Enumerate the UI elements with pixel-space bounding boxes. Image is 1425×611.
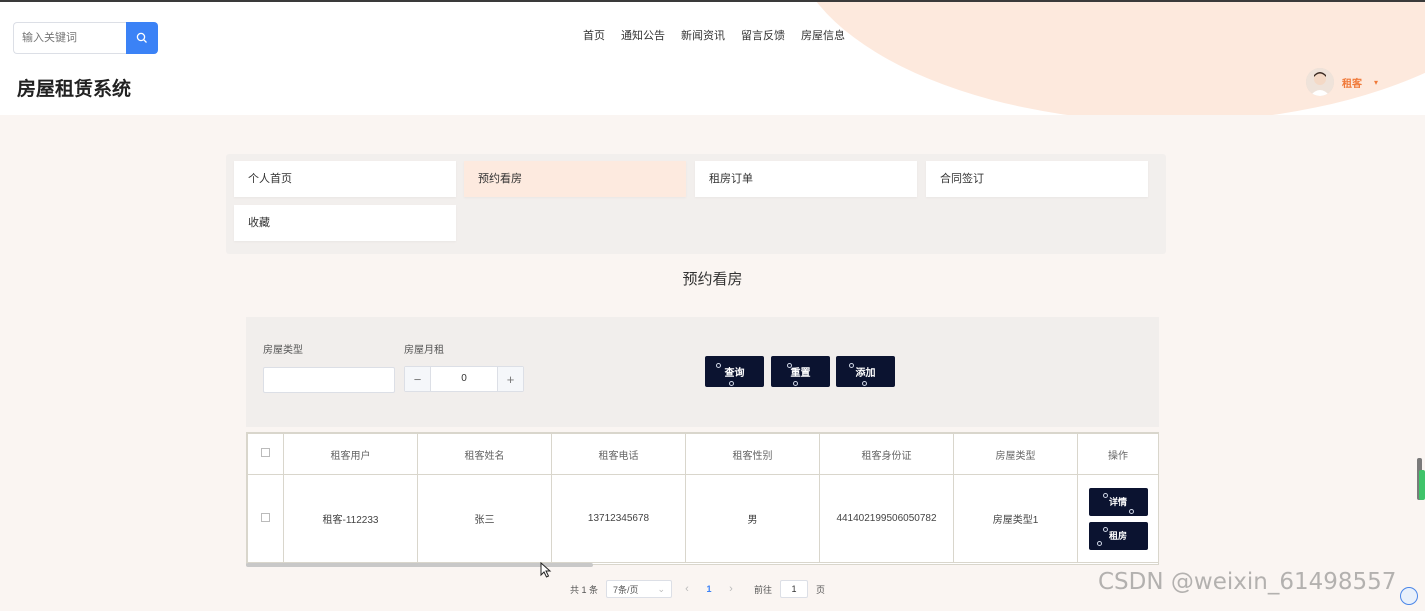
menu-item-contract[interactable]: 合同签订 [926,161,1148,197]
add-button[interactable]: 添加 [836,356,895,387]
col-tenant-id-card: 租客身份证 [819,433,954,475]
menu-item-home[interactable]: 个人首页 [234,161,456,197]
nav-news[interactable]: 新闻资讯 [673,27,733,43]
user-menu[interactable]: 租客 ▾ [1306,68,1378,96]
next-page-icon[interactable]: › [724,583,738,595]
increment-button[interactable]: + [497,367,523,391]
menu-item-orders[interactable]: 租房订单 [695,161,917,197]
mouse-cursor-icon [540,562,552,578]
header-decoration [790,2,1425,115]
row-checkbox[interactable] [261,512,270,522]
header: 房屋租赁系统 首页 通知公告 新闻资讯 留言反馈 房屋信息 租客 ▾ [0,2,1425,115]
page-suffix: 页 [816,584,826,595]
search-bar [13,22,158,54]
goto-label: 前往 [754,584,773,595]
avatar [1306,68,1334,96]
current-page[interactable]: 1 [702,584,716,594]
monthly-rent-label: 房屋月租 [404,345,444,356]
select-all-checkbox[interactable] [261,448,270,457]
chevron-down-icon: ⌄ [657,583,666,594]
prev-page-icon[interactable]: ‹ [680,583,694,595]
decrement-button[interactable]: − [405,367,431,391]
pagination: 共 1 条 7条/页 ⌄ ‹ 1 › 前往 1 页 [570,580,825,598]
monthly-rent-value[interactable]: 0 [431,367,497,391]
chevron-down-icon: ▾ [1374,77,1379,87]
cell-tenant-gender: 男 [685,474,820,563]
detail-button[interactable]: 详情 [1088,487,1148,516]
cell-tenant-user: 租客-112233 [283,474,418,563]
nav-houses[interactable]: 房屋信息 [793,27,853,43]
col-tenant-phone: 租客电话 [551,433,686,475]
rent-button[interactable]: 租房 [1088,521,1148,550]
search-button[interactable] [126,22,158,54]
nav-feedback[interactable]: 留言反馈 [733,27,793,43]
watermark: CSDN @weixin_61498557 [1098,569,1397,595]
appointment-table: 租客用户 租客姓名 租客电话 租客性别 租客身份证 房屋类型 操作 租客-112… [246,432,1159,565]
site-title: 房屋租赁系统 [17,79,132,100]
top-nav: 首页 通知公告 新闻资讯 留言反馈 房屋信息 [575,27,853,43]
nav-home[interactable]: 首页 [575,27,613,43]
cell-tenant-phone: 13712345678 [551,474,686,563]
cell-tenant-name: 张三 [417,474,552,563]
user-name: 租客 [1342,78,1362,90]
assistant-icon[interactable] [1400,587,1418,605]
user-avatar-icon [1306,68,1334,96]
select-all-cell [247,433,284,475]
col-tenant-gender: 租客性别 [685,433,820,475]
search-input[interactable] [13,22,126,54]
scroll-indicator [1419,470,1425,500]
col-tenant-name: 租客姓名 [417,433,552,475]
filter-panel: 房屋类型 房屋月租 − 0 + 查询 重置 添加 [246,317,1159,427]
row-select-cell [247,474,284,563]
house-type-input[interactable] [263,367,395,393]
monthly-rent-stepper: − 0 + [404,366,524,392]
user-center-menu: 个人首页 预约看房 租房订单 合同签订 收藏 [226,154,1166,254]
total-count: 共 1 条 [570,584,599,595]
page-size-select[interactable]: 7条/页 ⌄ [606,580,673,598]
table-header-row: 租客用户 租客姓名 租客电话 租客性别 租客身份证 房屋类型 操作 [247,433,1159,475]
col-tenant-user: 租客用户 [283,433,418,475]
cell-tenant-id-card: 441402199506050782 [819,474,954,563]
table-row: 租客-112233 张三 13712345678 男 4414021995060… [247,474,1159,563]
reset-button[interactable]: 重置 [771,356,830,387]
col-house-type: 房屋类型 [953,433,1078,475]
col-actions: 操作 [1077,433,1159,475]
cell-house-type: 房屋类型1 [953,474,1078,563]
menu-item-appointment[interactable]: 预约看房 [464,161,686,197]
query-button[interactable]: 查询 [705,356,764,387]
goto-page-input[interactable]: 1 [780,580,809,598]
menu-item-favorites[interactable]: 收藏 [234,205,456,241]
search-icon [136,32,147,43]
page-title: 预约看房 [682,271,743,288]
cell-actions: 详情 租房 [1077,474,1159,563]
house-type-label: 房屋类型 [263,345,303,356]
nav-notices[interactable]: 通知公告 [613,27,673,43]
